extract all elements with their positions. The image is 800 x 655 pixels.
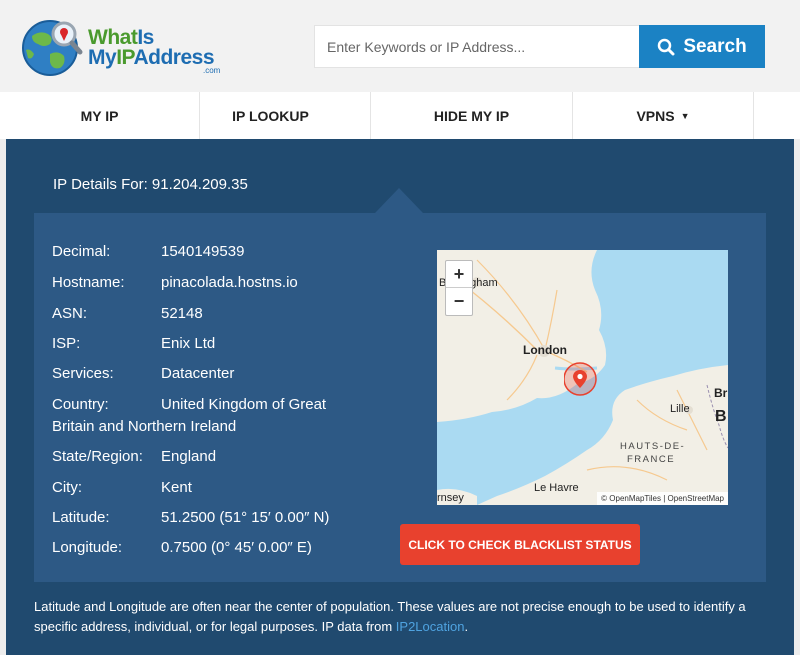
logo-word-my: My bbox=[88, 46, 117, 69]
hostname-label: Hostname: bbox=[52, 274, 125, 291]
disclaimer-text: Latitude and Longitude are often near th… bbox=[34, 599, 746, 634]
location-disclaimer: Latitude and Longitude are often near th… bbox=[34, 597, 774, 637]
city-value: Kent bbox=[161, 479, 192, 496]
map-label-le-havre: Le Havre bbox=[534, 482, 579, 494]
nav-item-vpns[interactable]: VPNS ▼ bbox=[573, 92, 754, 139]
latitude-label: Latitude: bbox=[52, 509, 110, 526]
longitude-label: Longitude: bbox=[52, 539, 123, 556]
decimal-value: 1540149539 bbox=[161, 243, 245, 260]
country-label: Country: bbox=[52, 396, 109, 413]
ip-details-card: Decimal: 1540149539 Hostname: pinacolada… bbox=[34, 213, 766, 582]
state-label: State/Region: bbox=[52, 448, 143, 465]
zoom-in-button[interactable]: + bbox=[446, 261, 472, 288]
globe-magnifier-icon bbox=[22, 20, 83, 76]
city-label: City: bbox=[52, 479, 82, 496]
hostname-value: pinacolada.hostns.io bbox=[161, 274, 298, 291]
ip2location-link[interactable]: IP2Location bbox=[396, 619, 465, 634]
map-label-hauts-de-france-1: HAUTS-DE- bbox=[620, 441, 686, 452]
panel-pointer bbox=[375, 188, 423, 213]
map-label-belgium: B bbox=[715, 408, 727, 425]
services-label: Services: bbox=[52, 365, 114, 382]
asn-label: ASN: bbox=[52, 305, 88, 322]
map-label-guernsey: rnsey bbox=[437, 492, 464, 504]
logo-wordmark: WhatIs MyIPAddress bbox=[88, 27, 215, 69]
nav-item-label: VPNS bbox=[636, 107, 675, 124]
isp-value: Enix Ltd bbox=[161, 335, 216, 352]
decimal-label: Decimal: bbox=[52, 243, 111, 260]
map-label-bruxelles: Br bbox=[714, 386, 728, 400]
map-attribution[interactable]: © OpenMapTiles | OpenStreetMap bbox=[597, 492, 728, 505]
disclaimer-end: . bbox=[464, 619, 469, 634]
nav-item-label: MY IP bbox=[80, 107, 119, 124]
nav-item-label: HIDE MY IP bbox=[433, 107, 510, 124]
nav-item-my-ip[interactable]: MY IP bbox=[0, 92, 200, 139]
isp-label: ISP: bbox=[52, 335, 81, 352]
ip-details-panel: IP Details For: 91.204.209.35 Decimal: 1… bbox=[6, 139, 794, 655]
search-button-label: Search bbox=[683, 35, 747, 57]
nav-item-label: IP LOOKUP bbox=[232, 107, 309, 124]
search-icon bbox=[658, 38, 675, 55]
logo-suffix: .com bbox=[203, 66, 221, 75]
services-value: Datacenter bbox=[161, 365, 235, 382]
state-value: England bbox=[161, 448, 217, 465]
search-input[interactable] bbox=[314, 25, 640, 68]
nav-item-hide-my-ip[interactable]: HIDE MY IP bbox=[371, 92, 573, 139]
check-blacklist-button[interactable]: CLICK TO CHECK BLACKLIST STATUS bbox=[400, 524, 640, 565]
caret-down-icon: ▼ bbox=[680, 110, 690, 121]
latitude-value: 51.2500 (51° 15′ 0.00″ N) bbox=[161, 509, 330, 526]
map-label-london: London bbox=[523, 343, 567, 357]
map-label-lille: Lille bbox=[670, 403, 690, 415]
nav-item-ip-lookup[interactable]: IP LOOKUP bbox=[171, 92, 371, 139]
asn-value: 52148 bbox=[161, 305, 203, 322]
ip-details-title: IP Details For: 91.204.209.35 bbox=[53, 176, 248, 193]
longitude-value: 0.7500 (0° 45′ 0.00″ E) bbox=[161, 539, 312, 556]
country-value: United Kingdom of Great bbox=[161, 396, 327, 413]
site-header: WhatIs MyIPAddress .com Search bbox=[0, 0, 800, 92]
map-label-hauts-de-france-2: FRANCE bbox=[627, 454, 676, 465]
zoom-out-button[interactable]: − bbox=[446, 288, 472, 315]
logo-word-ip: IP bbox=[116, 46, 134, 69]
location-map[interactable]: Birmingham London Lille Br B HAUTS-DE- F… bbox=[437, 250, 728, 505]
location-pin-icon[interactable] bbox=[564, 362, 604, 402]
search-button[interactable]: Search bbox=[639, 25, 765, 68]
country-value-continued: Britain and Northern Ireland bbox=[52, 418, 237, 435]
main-nav: MY IP IP LOOKUP HIDE MY IP VPNS ▼ bbox=[0, 92, 800, 139]
logo-word-address: Address bbox=[133, 46, 215, 69]
map-zoom-controls: + − bbox=[445, 260, 473, 316]
site-logo[interactable]: WhatIs MyIPAddress .com bbox=[20, 14, 220, 82]
